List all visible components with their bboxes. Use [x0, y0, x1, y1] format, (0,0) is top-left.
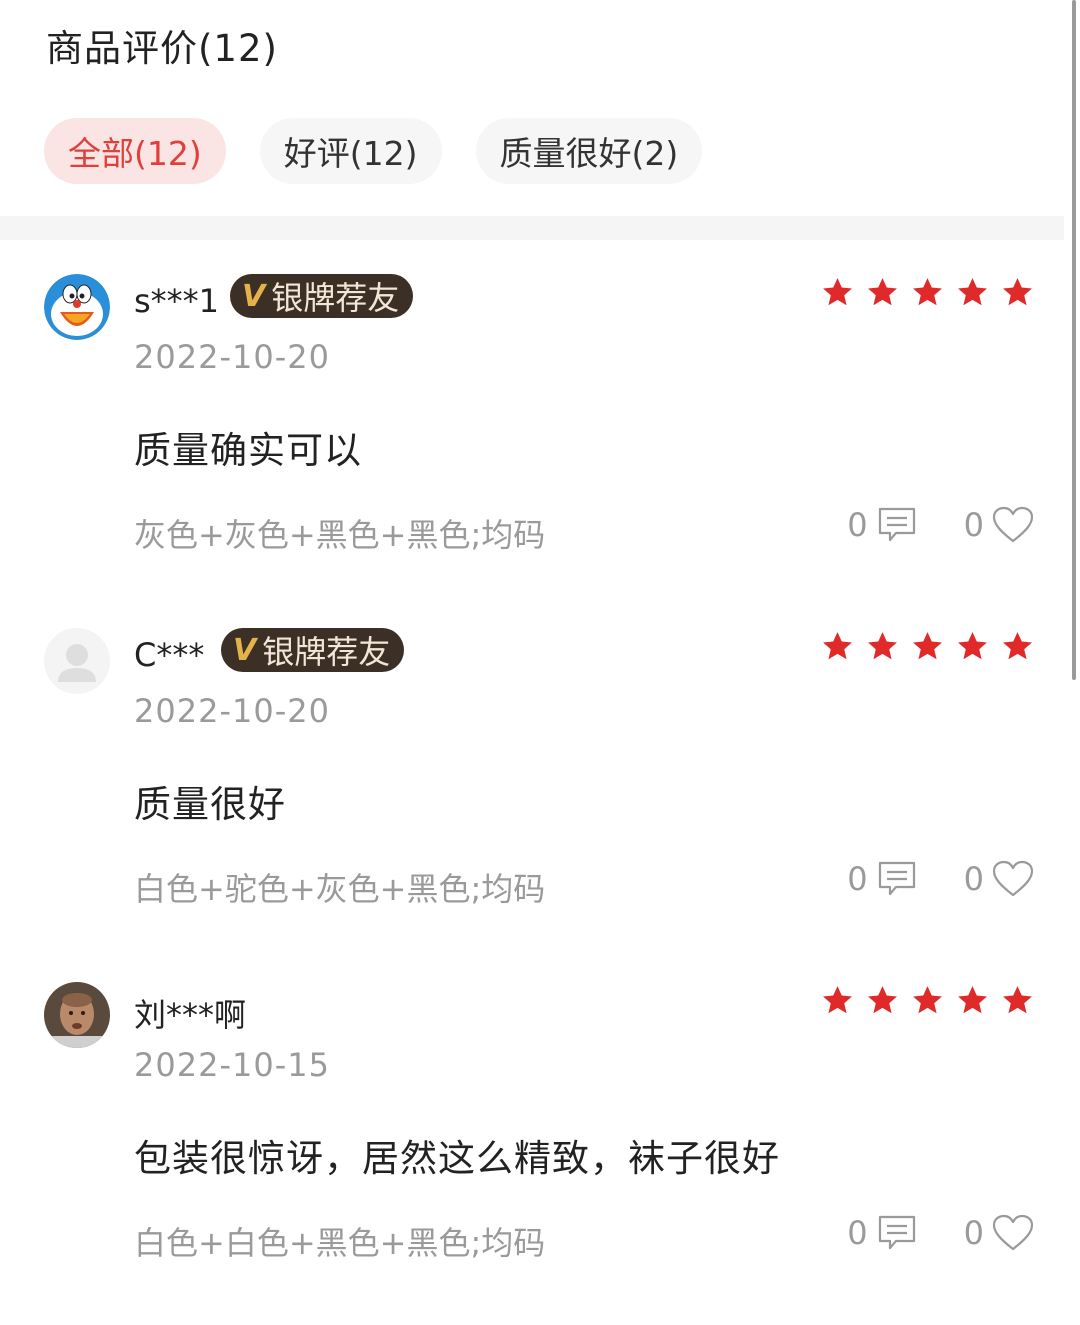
star-icon — [913, 986, 942, 1014]
username[interactable]: s***1 — [134, 282, 219, 320]
v-badge-icon: V — [242, 278, 266, 314]
star-icon — [1003, 632, 1032, 660]
filter-chip-all[interactable]: 全部(12) — [44, 118, 226, 184]
star-rating — [821, 276, 1034, 309]
username[interactable]: C*** — [134, 636, 204, 674]
badge-label: 银牌荐友 — [262, 633, 391, 671]
review-date: 2022-10-20 — [134, 692, 330, 730]
review-item: s***1 V 银牌荐友 2022-10-20 质量确实可以 灰色+灰色+黑色+… — [0, 274, 1064, 574]
heart-icon — [992, 506, 1034, 543]
product-spec: 灰色+灰色+黑色+黑色;均码 — [134, 516, 546, 554]
like-count: 0 — [963, 1214, 984, 1252]
section-divider — [0, 216, 1064, 240]
like-count: 0 — [963, 860, 984, 898]
review-date: 2022-10-15 — [134, 1046, 330, 1084]
comment-button[interactable]: 0 — [847, 1214, 917, 1252]
member-badge: V 银牌荐友 — [221, 628, 405, 672]
review-item: 刘***啊 2022-10-15 包装很惊讶，居然这么精致，袜子很好 白色+白色… — [0, 982, 1064, 1282]
product-spec: 白色+驼色+灰色+黑色;均码 — [134, 870, 546, 908]
review-item: C*** V 银牌荐友 2022-10-20 质量很好 白色+驼色+灰色+黑色;… — [0, 628, 1064, 928]
review-content: 质量确实可以 — [134, 429, 362, 472]
like-button[interactable]: 0 — [964, 860, 1034, 898]
star-icon — [868, 986, 897, 1014]
page-title: 商品评价(12) — [46, 27, 278, 70]
comment-button[interactable]: 0 — [847, 506, 917, 544]
comment-count: 0 — [847, 506, 868, 544]
like-count: 0 — [963, 506, 984, 544]
star-icon — [913, 632, 942, 660]
review-content: 质量很好 — [134, 783, 286, 826]
photo-avatar-icon[interactable] — [44, 982, 110, 1048]
star-icon — [823, 632, 852, 660]
comment-icon — [878, 861, 915, 896]
star-icon — [823, 986, 852, 1014]
v-badge-icon: V — [233, 632, 257, 668]
comment-icon — [878, 1215, 915, 1250]
username[interactable]: 刘***啊 — [134, 990, 246, 1036]
member-badge: V 银牌荐友 — [230, 274, 414, 318]
comment-button[interactable]: 0 — [847, 860, 917, 898]
heart-icon — [992, 1214, 1034, 1251]
like-button[interactable]: 0 — [964, 1214, 1034, 1252]
cartoon-avatar-icon[interactable] — [44, 274, 110, 340]
star-icon — [823, 278, 852, 306]
comment-count: 0 — [847, 1214, 868, 1252]
filter-tabs: 全部(12) 好评(12) 质量很好(2) — [44, 118, 703, 184]
star-icon — [913, 278, 942, 306]
review-actions: 0 0 — [847, 1214, 1034, 1252]
star-rating — [821, 984, 1034, 1017]
filter-chip-positive[interactable]: 好评(12) — [259, 118, 442, 184]
scrollbar[interactable] — [1072, 0, 1076, 680]
badge-label: 银牌荐友 — [271, 279, 400, 317]
star-icon — [958, 986, 987, 1014]
star-rating — [821, 630, 1034, 663]
star-icon — [868, 278, 897, 306]
heart-icon — [992, 860, 1034, 897]
like-button[interactable]: 0 — [964, 506, 1034, 544]
review-actions: 0 0 — [847, 860, 1034, 898]
star-icon — [1003, 986, 1032, 1014]
comment-count: 0 — [847, 860, 868, 898]
comment-icon — [878, 507, 915, 542]
star-icon — [958, 278, 987, 306]
product-spec: 白色+白色+黑色+黑色;均码 — [134, 1224, 546, 1262]
star-icon — [868, 632, 897, 660]
filter-chip-good-quality[interactable]: 质量很好(2) — [475, 118, 703, 184]
star-icon — [958, 632, 987, 660]
star-icon — [1003, 278, 1032, 306]
review-actions: 0 0 — [847, 506, 1034, 544]
review-content: 包装很惊讶，居然这么精致，袜子很好 — [134, 1137, 780, 1180]
default-user-icon[interactable] — [44, 628, 110, 694]
review-date: 2022-10-20 — [134, 338, 330, 376]
